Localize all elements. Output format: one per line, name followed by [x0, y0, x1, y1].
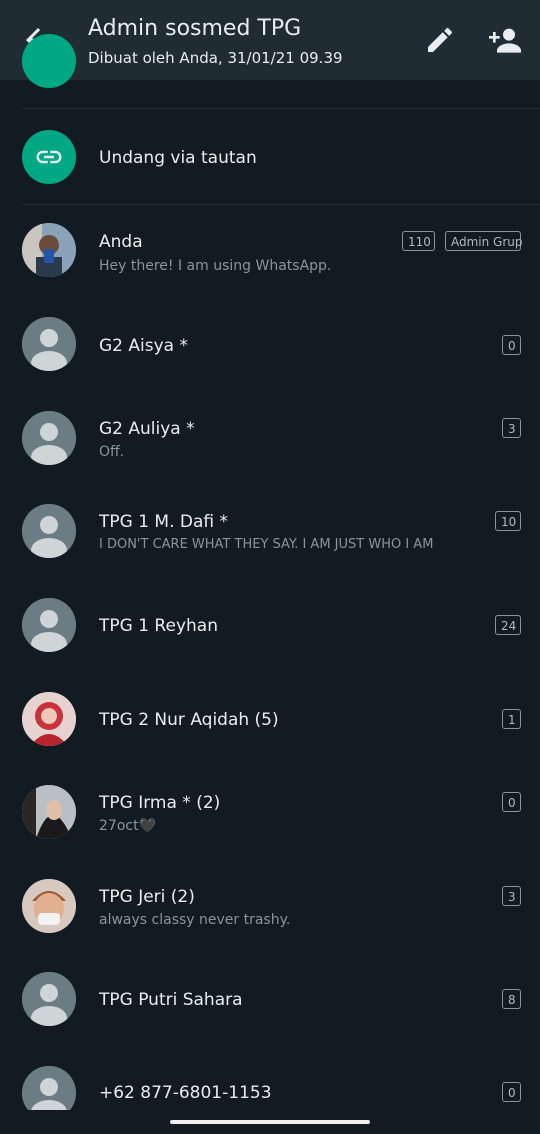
participant-name: TPG Putri Sahara: [99, 990, 243, 1010]
count-badge: 110: [402, 231, 435, 251]
profile-photo-icon: [22, 692, 76, 746]
participant-status: always classy never trashy.: [99, 912, 291, 928]
system-navigation-bar: [0, 1110, 540, 1134]
participant-row[interactable]: TPG Jeri (2) always classy never trashy.…: [0, 865, 540, 949]
profile-photo-icon: [22, 223, 76, 277]
participant-status: I DON'T CARE WHAT THEY SAY. I AM JUST WH…: [99, 537, 434, 552]
participant-name: TPG Irma * (2): [99, 793, 221, 813]
participant-status: Off.: [99, 444, 125, 460]
participant-name: G2 Aisya *: [99, 336, 188, 356]
group-title[interactable]: Admin sosmed TPG: [88, 16, 301, 41]
participant-status: Hey there! I am using WhatsApp.: [99, 258, 332, 274]
participant-row[interactable]: +62 877-6801-1153 0: [0, 1052, 540, 1110]
add-person-icon: [489, 28, 521, 53]
participant-name: +62 877-6801-1153: [99, 1083, 272, 1103]
home-gesture-handle[interactable]: [170, 1120, 370, 1124]
top-app-bar: Admin sosmed TPG Dibuat oleh Anda, 31/01…: [0, 0, 540, 80]
participant-name: Anda: [99, 232, 143, 252]
participant-row[interactable]: TPG Putri Sahara 8: [0, 958, 540, 1042]
avatar[interactable]: [22, 411, 76, 465]
invite-via-link-row[interactable]: Undang via tautan: [0, 122, 540, 194]
count-badge: 0: [502, 792, 521, 812]
participant-row-anda[interactable]: Anda Hey there! I am using WhatsApp. 110…: [0, 209, 540, 293]
default-avatar-icon: [22, 411, 76, 465]
avatar[interactable]: [22, 1066, 76, 1110]
admin-badge: Admin Grup: [445, 231, 523, 251]
invite-link-icon-circle: [22, 130, 76, 184]
avatar[interactable]: [22, 692, 76, 746]
default-avatar-icon: [22, 598, 76, 652]
participant-status: 27oct🖤: [99, 818, 156, 834]
group-subtitle: Dibuat oleh Anda, 31/01/21 09.39: [88, 49, 343, 67]
participant-name: TPG 1 Reyhan: [99, 616, 218, 636]
avatar[interactable]: [22, 972, 76, 1026]
link-icon: [36, 150, 62, 164]
avatar[interactable]: [22, 785, 76, 839]
add-participant-button[interactable]: [486, 24, 524, 56]
divider: [22, 204, 540, 205]
divider: [22, 108, 540, 109]
partial-action-icon: [22, 34, 76, 88]
default-avatar-icon: [22, 972, 76, 1026]
avatar[interactable]: [22, 598, 76, 652]
count-badge: 10: [495, 511, 521, 531]
participant-row[interactable]: TPG 1 Reyhan 24: [0, 584, 540, 668]
participant-name: TPG 2 Nur Aqidah (5): [99, 710, 279, 730]
count-badge: 3: [502, 886, 521, 906]
default-avatar-icon: [22, 317, 76, 371]
avatar[interactable]: [22, 223, 76, 277]
count-badge: 24: [495, 615, 521, 635]
avatar[interactable]: [22, 879, 76, 933]
count-badge: 0: [502, 1082, 521, 1102]
invite-link-label: Undang via tautan: [99, 148, 257, 168]
profile-photo-icon: [22, 785, 76, 839]
pencil-icon: [428, 27, 453, 52]
participant-row[interactable]: TPG 1 M. Dafi * I DON'T CARE WHAT THEY S…: [0, 490, 540, 574]
participant-name: TPG 1 M. Dafi *: [99, 512, 229, 532]
edit-button[interactable]: [424, 24, 456, 56]
profile-photo-icon: [22, 879, 76, 933]
count-badge: 8: [502, 989, 521, 1009]
participant-row[interactable]: G2 Aisya * 0: [0, 303, 540, 387]
count-badge: 3: [502, 418, 521, 438]
participant-row[interactable]: TPG Irma * (2) 27oct🖤 0: [0, 771, 540, 855]
participant-row[interactable]: G2 Auliya * Off. 3: [0, 397, 540, 481]
default-avatar-icon: [22, 1066, 76, 1110]
avatar[interactable]: [22, 504, 76, 558]
count-badge: 0: [502, 335, 521, 355]
count-badge: 1: [502, 709, 521, 729]
participant-name: TPG Jeri (2): [99, 887, 195, 907]
default-avatar-icon: [22, 504, 76, 558]
participant-row[interactable]: TPG 2 Nur Aqidah (5) 1: [0, 678, 540, 762]
avatar[interactable]: [22, 317, 76, 371]
participant-name: G2 Auliya *: [99, 419, 195, 439]
